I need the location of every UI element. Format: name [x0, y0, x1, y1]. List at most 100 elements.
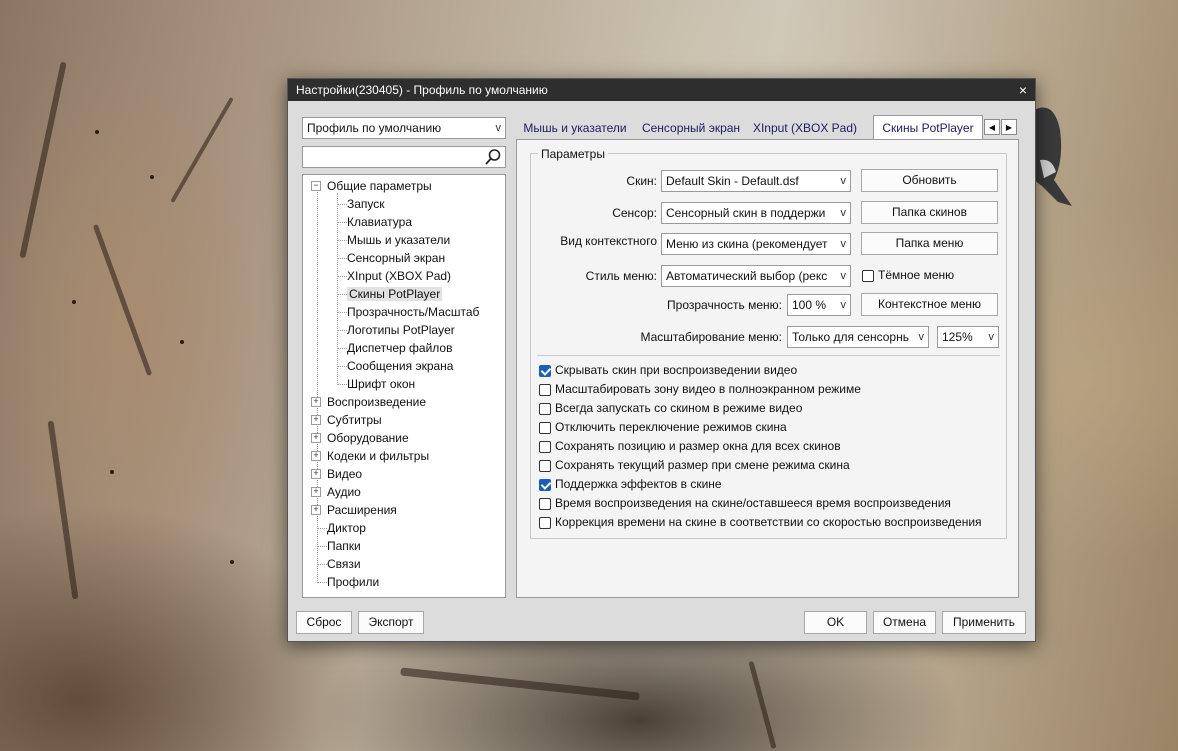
profile-select[interactable]: Профиль по умолчанию v: [302, 117, 506, 139]
tab-scroll-right-icon[interactable]: ▶: [1001, 119, 1017, 135]
chevron-down-icon: v: [838, 234, 846, 254]
search-icon[interactable]: [484, 148, 502, 166]
option-checkbox[interactable]: [539, 422, 551, 434]
bark-hole: [95, 130, 99, 134]
menu-transparency-label: Прозрачность меню:: [667, 298, 782, 312]
skin-select[interactable]: Default Skin - Default.dsf v: [661, 170, 851, 192]
close-icon[interactable]: ×: [1019, 79, 1027, 101]
tree-item[interactable]: Прозрачность/Масштаб: [337, 303, 479, 321]
skins-folder-button[interactable]: Папка скинов: [861, 201, 998, 224]
tree-guide: [317, 528, 327, 529]
menu-transparency-select[interactable]: 100 % v: [787, 294, 851, 316]
expand-icon[interactable]: +: [311, 415, 321, 425]
tree-item[interactable]: Запуск: [337, 195, 385, 213]
expand-icon[interactable]: +: [311, 505, 321, 515]
collapse-icon[interactable]: −: [311, 181, 321, 191]
tree-item-label: Связи: [327, 557, 361, 571]
tree-item-label: Общие параметры: [327, 179, 432, 193]
tree-item-label: Кодеки и фильтры: [327, 449, 430, 463]
tree-item[interactable]: + Расширения: [311, 501, 397, 519]
sensor-select[interactable]: Сенсорный скин в поддержи v: [661, 202, 851, 224]
expand-icon[interactable]: +: [311, 397, 321, 407]
tree-item[interactable]: Диктор: [317, 519, 366, 537]
tree-item[interactable]: Профили: [317, 573, 380, 591]
tree-item-general[interactable]: − Общие параметры: [311, 177, 432, 195]
tab-xinput[interactable]: XInput (XBOX Pad): [750, 117, 860, 139]
tree-item[interactable]: + Аудио: [311, 483, 361, 501]
tree-item[interactable]: Сообщения экрана: [337, 357, 454, 375]
tree-item-label: Папки: [327, 539, 361, 553]
tree-guide: [337, 222, 347, 223]
bark-hole: [150, 175, 154, 179]
tree-guide: [337, 294, 347, 295]
apply-button[interactable]: Применить: [942, 611, 1026, 634]
tree-item[interactable]: + Видео: [311, 465, 362, 483]
tree-item[interactable]: + Субтитры: [311, 411, 382, 429]
tree-item[interactable]: + Оборудование: [311, 429, 409, 447]
sensor-label: Сенсор:: [612, 206, 657, 220]
skin-select-value: Default Skin - Default.dsf: [666, 174, 799, 188]
tree-item[interactable]: Шрифт окон: [337, 375, 415, 393]
tree-item[interactable]: Скины PotPlayer: [337, 285, 443, 303]
tree-item[interactable]: Связи: [317, 555, 361, 573]
option-checkbox[interactable]: [539, 498, 551, 510]
option-label: Отключить переключение режимов скина: [555, 420, 787, 434]
settings-tree[interactable]: − Общие параметры Запуск Клавиатура Мышь и…: [302, 174, 506, 598]
tree-item[interactable]: Мышь и указатели: [337, 231, 450, 249]
refresh-button[interactable]: Обновить: [861, 169, 998, 192]
tab-mouse[interactable]: Мышь и указатели: [516, 117, 634, 139]
menu-folder-button[interactable]: Папка меню: [861, 232, 998, 255]
dark-menu-checkbox[interactable]: [862, 270, 874, 282]
tab-scroll-left-icon[interactable]: ◀: [984, 119, 1000, 135]
context-menu-button[interactable]: Контекстное меню: [861, 293, 998, 316]
search-input[interactable]: [302, 146, 506, 168]
option-checkbox[interactable]: [539, 460, 551, 472]
tree-item[interactable]: Сенсорный экран: [337, 249, 445, 267]
option-checkbox[interactable]: [539, 479, 551, 491]
title-bar: Настройки(230405) - Профиль по умолчанию…: [288, 79, 1035, 101]
option-checkbox[interactable]: [539, 517, 551, 529]
tree-item-label: Субтитры: [327, 413, 382, 427]
tree-item[interactable]: Папки: [317, 537, 361, 555]
tree-item-label: Сообщения экрана: [347, 359, 454, 373]
menu-style-select[interactable]: Автоматический выбор (рекс v: [661, 265, 851, 287]
tree-item[interactable]: + Воспроизведение: [311, 393, 426, 411]
expand-icon[interactable]: +: [311, 433, 321, 443]
tree-item[interactable]: + Кодеки и фильтры: [311, 447, 429, 465]
chevron-down-icon: v: [986, 327, 994, 347]
reset-button[interactable]: Сброс: [296, 611, 352, 634]
menu-style-select-value: Автоматический выбор (рекс: [666, 269, 828, 283]
tree-item[interactable]: Диспетчер файлов: [337, 339, 452, 357]
menu-scaling-label: Масштабирование меню:: [640, 330, 782, 344]
export-button[interactable]: Экспорт: [358, 611, 424, 634]
bird-silhouette: [1034, 107, 1072, 206]
menu-scaling-select[interactable]: Только для сенсорнь v: [787, 326, 929, 348]
option-checkbox[interactable]: [539, 441, 551, 453]
option-checkbox[interactable]: [539, 384, 551, 396]
expand-icon[interactable]: +: [311, 469, 321, 479]
cancel-button[interactable]: Отмена: [873, 611, 936, 634]
tree-item[interactable]: XInput (XBOX Pad): [337, 267, 451, 285]
window-title: Настройки(230405) - Профиль по умолчанию: [296, 83, 548, 97]
tree-item-label: Аудио: [327, 485, 361, 499]
bark-crack: [19, 61, 67, 259]
chevron-down-icon: v: [838, 266, 846, 286]
tree-item[interactable]: Клавиатура: [337, 213, 412, 231]
tree-guide: [337, 366, 347, 367]
context-menu-select[interactable]: Меню из скина (рекомендует v: [661, 233, 851, 255]
menu-scaling-percent-select[interactable]: 125% v: [937, 326, 999, 348]
option-label: Поддержка эффектов в скине: [555, 477, 722, 491]
ok-button[interactable]: OK: [804, 611, 867, 634]
tab-touchscreen[interactable]: Сенсорный экран: [636, 117, 746, 139]
tab-potplayer-skins[interactable]: Скины PotPlayer: [873, 115, 983, 141]
tree-item-label: Профили: [327, 575, 380, 589]
option-label: Сохранять текущий размер при смене режим…: [555, 458, 850, 472]
option-label: Коррекция времени на скине в соответстви…: [555, 515, 982, 529]
option-checkbox[interactable]: [539, 403, 551, 415]
expand-icon[interactable]: +: [311, 487, 321, 497]
expand-icon[interactable]: +: [311, 451, 321, 461]
tree-item[interactable]: Логотипы PotPlayer: [337, 321, 455, 339]
option-checkbox[interactable]: [539, 365, 551, 377]
menu-scaling-percent-value: 125%: [942, 330, 973, 344]
bark-crack: [400, 667, 640, 701]
